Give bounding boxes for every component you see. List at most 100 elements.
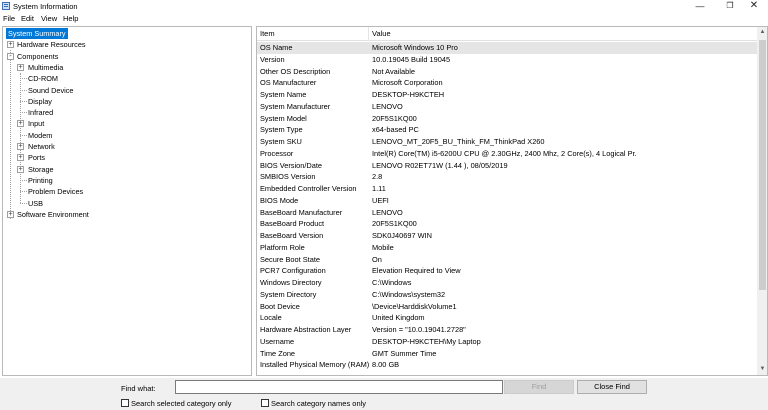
- scroll-down-icon[interactable]: ▼: [757, 364, 767, 375]
- table-row[interactable]: System Directory C:\Windows\system32: [257, 289, 757, 301]
- tree-item[interactable]: Printing: [5, 175, 245, 186]
- find-button[interactable]: Find: [504, 380, 574, 394]
- table-row[interactable]: Hardware Abstraction Layer Version = "10.…: [257, 324, 757, 336]
- item-cell: Processor: [260, 148, 294, 158]
- tree-item[interactable]: USB: [5, 198, 245, 209]
- expand-icon[interactable]: +: [17, 154, 24, 162]
- expand-icon[interactable]: +: [7, 41, 14, 49]
- tree-item-label: System Summary: [6, 28, 68, 39]
- tree-item[interactable]: Display: [5, 96, 245, 107]
- value-cell: DESKTOP-H9KCTEH: [372, 90, 445, 99]
- table-row[interactable]: Windows Directory C:\Windows: [257, 277, 757, 289]
- tree-item[interactable]: Sound Device: [5, 85, 245, 96]
- tree-item-label: Network: [28, 142, 55, 151]
- tree-item[interactable]: Modem: [5, 130, 245, 141]
- table-row[interactable]: Processor Intel(R) Core(TM) i5-6200U CPU …: [257, 148, 757, 160]
- tree-item-label: Problem Devices: [28, 187, 84, 197]
- item-cell: Embedded Controller Version: [260, 184, 357, 193]
- value-cell: LENOVO: [372, 101, 403, 111]
- tree-item[interactable]: CD-ROM: [5, 73, 245, 84]
- table-row[interactable]: System Manufacturer LENOVO: [257, 101, 757, 113]
- tree-item[interactable]: + Input: [5, 118, 245, 129]
- vertical-scrollbar[interactable]: ▲ ▼: [757, 27, 767, 375]
- scroll-up-icon[interactable]: ▲: [757, 27, 767, 38]
- table-row[interactable]: BaseBoard Version SDK0J40697 WIN: [257, 230, 757, 242]
- table-row[interactable]: Time Zone GMT Summer Time: [257, 348, 757, 360]
- table-row[interactable]: PCR7 Configuration Elevation Required to …: [257, 265, 757, 277]
- column-header-item[interactable]: Item: [257, 27, 369, 41]
- close-button[interactable]: ✕: [740, 0, 768, 13]
- tree-item[interactable]: Infrared: [5, 107, 245, 118]
- tree-item-label: Multimedia: [28, 62, 64, 72]
- table-row[interactable]: Username DESKTOP-H9KCTEH\My Laptop: [257, 336, 757, 348]
- table-row[interactable]: BaseBoard Manufacturer LENOVO: [257, 207, 757, 219]
- item-cell: Boot Device: [260, 301, 300, 311]
- table-row[interactable]: Secure Boot State On: [257, 254, 757, 266]
- tree-item[interactable]: + Software Environment: [5, 209, 245, 220]
- item-cell: System SKU: [260, 137, 302, 146]
- table-row[interactable]: Boot Device \Device\HarddiskVolume1: [257, 301, 757, 313]
- tree-item[interactable]: Problem Devices: [5, 186, 245, 197]
- category-tree[interactable]: System Summary + Hardware Resources - Compon…: [2, 26, 252, 376]
- table-row[interactable]: BaseBoard Product 20F5S1KQ00: [257, 218, 757, 230]
- menu-file[interactable]: File: [3, 14, 15, 23]
- item-cell: Locale: [260, 313, 282, 323]
- table-row[interactable]: System Name DESKTOP-H9KCTEH: [257, 89, 757, 101]
- tree-item-label: Storage: [28, 164, 54, 174]
- column-header-value[interactable]: Value: [369, 27, 757, 41]
- close-find-button[interactable]: Close Find: [577, 380, 647, 394]
- table-row[interactable]: SMBIOS Version 2.8: [257, 171, 757, 183]
- item-cell: BIOS Version/Date: [260, 160, 323, 170]
- item-cell: BaseBoard Product: [260, 219, 325, 229]
- tree-item[interactable]: + Hardware Resources: [5, 39, 245, 50]
- table-row[interactable]: BIOS Version/Date LENOVO R02ET71W (1.44 )…: [257, 160, 757, 172]
- expand-icon[interactable]: +: [17, 165, 24, 173]
- tree-item-label: Display: [28, 96, 52, 106]
- expand-icon[interactable]: +: [7, 210, 14, 218]
- value-cell: \Device\HarddiskVolume1: [372, 301, 457, 311]
- menu-edit[interactable]: Edit: [21, 14, 34, 23]
- value-cell: Mobile: [372, 242, 394, 252]
- table-row[interactable]: System Model 20F5S1KQ00: [257, 113, 757, 125]
- tree-item[interactable]: + Ports: [5, 152, 245, 163]
- expand-icon[interactable]: +: [17, 143, 24, 150]
- scroll-thumb[interactable]: [759, 40, 766, 290]
- table-row[interactable]: Platform Role Mobile: [257, 242, 757, 254]
- table-row[interactable]: System Type x64-based PC: [257, 124, 757, 136]
- value-cell: 10.0.19045 Build 19045: [372, 54, 451, 64]
- expand-icon[interactable]: +: [17, 63, 24, 71]
- details-list[interactable]: Item Value OS Name Microsoft Windows 10 P…: [256, 26, 768, 376]
- tree-item[interactable]: + Storage: [5, 164, 245, 175]
- table-row[interactable]: Embedded Controller Version 1.11: [257, 183, 757, 195]
- table-row[interactable]: OS Manufacturer Microsoft Corporation: [257, 77, 757, 89]
- item-cell: Other OS Description: [260, 66, 331, 76]
- tree-item[interactable]: - Components: [5, 51, 245, 62]
- table-row[interactable]: Version 10.0.19045 Build 19045: [257, 54, 757, 66]
- find-what-input[interactable]: [175, 380, 503, 394]
- expand-icon[interactable]: +: [17, 120, 24, 128]
- value-cell: Microsoft Corporation: [372, 78, 443, 88]
- table-row[interactable]: Installed Physical Memory (RAM) 8.00 GB: [257, 359, 757, 371]
- value-cell: GMT Summer Time: [372, 348, 437, 358]
- menu-view[interactable]: View: [41, 14, 57, 23]
- value-cell: LENOVO_MT_20F5_BU_Think_FM_ThinkPad X260: [372, 137, 545, 146]
- menu-help[interactable]: Help: [63, 14, 78, 23]
- tree-item[interactable]: System Summary: [5, 28, 245, 39]
- table-row[interactable]: System SKU LENOVO_MT_20F5_BU_Think_FM_Thi…: [257, 136, 757, 148]
- item-cell: Platform Role: [260, 242, 305, 252]
- table-row[interactable]: BIOS Mode UEFI: [257, 195, 757, 207]
- tree-item[interactable]: + Network: [5, 141, 245, 152]
- table-row[interactable]: Other OS Description Not Available: [257, 66, 757, 78]
- tree-item-label: Modem: [28, 130, 53, 140]
- table-row[interactable]: Locale United Kingdom: [257, 312, 757, 324]
- minimize-button[interactable]: —: [686, 0, 714, 13]
- table-row[interactable]: OS Name Microsoft Windows 10 Pro: [257, 42, 757, 54]
- value-cell: Microsoft Windows 10 Pro: [372, 43, 458, 52]
- tree-item[interactable]: + Multimedia: [5, 62, 245, 73]
- title-bar: System Information — ❐ ✕: [0, 0, 768, 13]
- value-cell: LENOVO: [372, 207, 403, 217]
- tree-item-label: Ports: [28, 153, 46, 163]
- collapse-icon[interactable]: -: [7, 52, 14, 60]
- item-cell: Secure Boot State: [260, 254, 320, 264]
- item-cell: BaseBoard Version: [260, 231, 324, 240]
